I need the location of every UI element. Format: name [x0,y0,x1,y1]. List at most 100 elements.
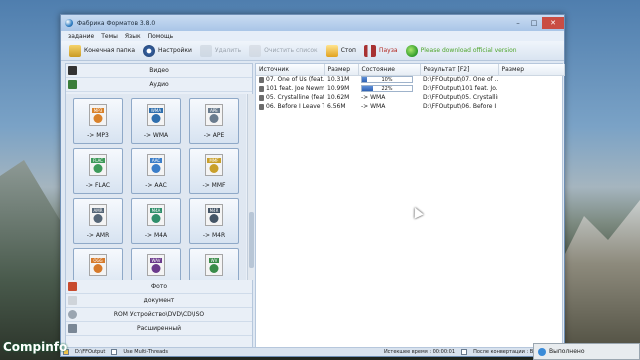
format-button-mmf[interactable]: MMF -> MMF [189,148,239,194]
disc-icon [68,310,77,319]
watermark-logo: Compinfo [3,340,68,354]
maximize-button[interactable]: □ [526,17,542,29]
category-photo[interactable]: Фото [66,280,252,294]
audio-symbol-icon [151,164,161,173]
format-tag: WV [208,258,220,263]
menu-language[interactable]: Язык [125,33,141,40]
column-size[interactable]: Размер [324,64,359,76]
format-label: -> MP3 [87,132,109,139]
audio-symbol-icon [209,214,219,223]
start-icon [325,44,338,57]
size-cell: 10.99M [327,85,350,92]
menu-themes[interactable]: Темы [101,33,118,40]
notification-text: Выполнено [549,348,585,355]
notification-toast[interactable]: Выполнено [533,343,640,360]
column-state[interactable]: Состояние [358,64,421,76]
pause-button[interactable]: Пауза [362,43,400,59]
state-cell: 22% [358,84,420,93]
menu-task[interactable]: задание [68,33,94,40]
audio-symbol-icon [93,164,103,173]
format-tag: MP3 [91,108,105,113]
format-label: -> AAC [145,182,167,189]
format-button-m4r[interactable]: M4R -> M4R [189,198,239,244]
multithread-checkbox[interactable] [111,349,118,355]
result-cell: D:\FFOutput\05. Crystallin... [423,94,498,101]
category-rom[interactable]: ROM Устройство\DVD\CD\ISO [66,308,252,322]
category-advanced[interactable]: Расширенный [66,322,252,336]
audio-file-icon: M4R [205,204,223,226]
trash-icon [199,44,212,57]
format-button-aac[interactable]: AAC -> AAC [131,148,181,194]
category-audio[interactable]: Аудио [66,78,252,92]
clear-list-button[interactable]: Очистить список [247,43,320,59]
start-button[interactable]: Стоп [324,43,358,59]
category-list: Фото документ ROM Устройство\DVD\CD\ISO … [66,280,252,336]
format-tag: M4A [149,208,163,213]
format-scrollbar[interactable] [247,94,254,280]
audio-symbol-icon [151,214,161,223]
task-row[interactable]: 05. Crystalline (feat. ...10.62M -> WMA D:… [256,93,564,102]
state-text: -> WMA [361,94,386,101]
format-tag: M4R [207,208,221,213]
size-cell: 10.31M [327,76,350,84]
format-button-amr[interactable]: AMR -> AMR [73,198,123,244]
format-button-wv[interactable]: WV [189,248,239,280]
column-result[interactable]: Результат [F2] [420,64,499,76]
audio-file-small-icon [259,94,264,101]
audio-file-small-icon [259,85,264,92]
source-cell: 101 feat. Joe Newm... [256,84,324,93]
format-panel: Видео Аудио MP3 -> MP3 WMA -> WMA APE -> APE F… [65,63,254,349]
menu-help[interactable]: Помощь [148,33,174,40]
scroll-thumb[interactable] [249,212,254,268]
window-title: Фабрика Форматов 3.8.0 [77,19,156,27]
audio-symbol-icon [93,114,103,123]
format-label: -> AMR [86,232,110,239]
desktop-mountain-left [0,160,60,360]
after-convert-checkbox[interactable] [461,349,468,355]
format-button-wma[interactable]: WMA -> WMA [131,98,181,144]
column-source[interactable]: Источник [256,64,325,76]
multithread-label: Use Multi-Threads [123,349,168,355]
settings-button[interactable]: Настройки [141,43,194,59]
format-tag: MMF [207,158,221,163]
format-tag: OGG [91,258,105,263]
format-button-flac[interactable]: FLAC -> FLAC [73,148,123,194]
task-list-panel: Источник Размер Состояние Результат [F2]… [255,63,565,349]
state-cell: -> WMA [358,102,420,111]
pause-icon [363,44,376,57]
status-bar: D:\FFOutput Use Multi-Threads Истекшее в… [61,347,564,356]
title-bar[interactable]: Фабрика Форматов 3.8.0 – □ ✕ [61,15,564,31]
progress-text: 22% [381,86,393,92]
download-link[interactable]: Please download official version [404,43,519,59]
delete-button[interactable]: Удалить [198,43,243,59]
desktop-mountain-right [560,200,640,360]
output-path[interactable]: D:\FFOutput [75,349,105,355]
format-button-mp3[interactable]: MP3 -> MP3 [73,98,123,144]
output-size-cell [498,93,564,102]
audio-symbol-icon [209,164,219,173]
task-row[interactable]: 06. Before I Leave T...6.56M -> WMA D:\FFO… [256,102,564,111]
format-button-wav[interactable]: WAV [131,248,181,280]
category-video[interactable]: Видео [66,64,252,78]
clear-icon [249,44,262,57]
category-document[interactable]: документ [66,294,252,308]
format-button-ape[interactable]: APE -> APE [189,98,239,144]
audio-file-icon: OGG [89,254,107,276]
format-label: -> MMF [202,182,226,189]
format-tag: AMR [91,208,105,213]
state-cell: 10% [358,75,420,84]
column-output-size[interactable]: Размер [498,64,565,76]
progress-bar: 22% [361,85,413,92]
close-button[interactable]: ✕ [542,17,564,29]
audio-file-icon: WV [205,254,223,276]
source-cell: 07. One of Us (feat. ... [256,75,324,84]
minimize-button[interactable]: – [510,17,526,29]
task-row[interactable]: 101 feat. Joe Newm...10.99M 22% D:\FFOutpu… [256,84,564,93]
output-folder-button[interactable]: Конечная папка [67,43,137,59]
result-cell: D:\FFOutput\06. Before I L... [423,103,498,110]
progress-bar: 10% [361,76,413,84]
format-button-ogg[interactable]: OGG [73,248,123,280]
task-row[interactable]: 07. One of Us (feat. ...10.31M 10% D:\FFOu… [256,75,564,84]
film-icon [68,66,77,75]
format-button-m4a[interactable]: M4A -> M4A [131,198,181,244]
